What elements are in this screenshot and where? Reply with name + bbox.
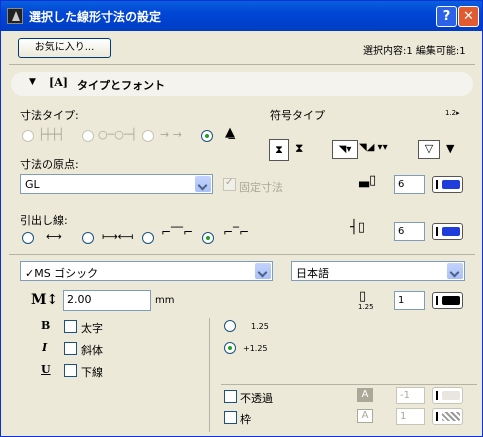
leader-radio-1[interactable] (22, 232, 34, 244)
dimtype-icon-4: ▲̲ (225, 125, 235, 140)
leader-radio-2[interactable] (82, 232, 94, 244)
help-button[interactable]: ? (436, 6, 457, 27)
text-pen-color[interactable] (432, 292, 463, 309)
italic-icon: I (42, 341, 48, 354)
leader-pen-input[interactable]: 6 (394, 222, 425, 241)
dimtype-icon-2: ○─○─┤ (98, 128, 138, 141)
leader-icon-1: ⟷ (46, 230, 62, 243)
section-header[interactable]: ▼ [A] タイプとフォント (11, 72, 473, 96)
favorites-button[interactable]: お気に入り... (18, 38, 111, 58)
bold-checkbox[interactable] (64, 320, 77, 333)
marker-icon-4[interactable]: ▼ (446, 142, 454, 155)
opaque-label: 不透過 (240, 392, 273, 405)
background-pen-input[interactable]: -1 (396, 387, 425, 404)
leader-radio-3[interactable] (142, 232, 154, 244)
underline-icon: U (41, 363, 51, 376)
origin-select-value: GL (25, 178, 40, 191)
spacing-radio-2[interactable] (224, 342, 236, 354)
leader-pen-icon: ┤▯ (350, 220, 365, 235)
origin-label: 寸法の原点: (20, 158, 79, 171)
spacing-opt1: 1.25 (251, 322, 269, 331)
origin-select[interactable]: GL (20, 174, 213, 194)
dimtype-radio-2[interactable] (82, 130, 94, 142)
spacing-radio-1[interactable] (224, 320, 236, 332)
marker-icon-2[interactable]: ◥◢ ▾▾ (359, 142, 388, 153)
symbol-type-icon-1[interactable]: ⧗ (269, 139, 289, 161)
text-pen-icon: ▯ (359, 289, 367, 304)
settings-dialog: 選択した線形寸法の設定 ? ✕ お気に入り... 選択内容:1 編集可能:1 ▼… (0, 0, 483, 437)
app-icon (7, 8, 23, 24)
dimtype-radio-1[interactable] (22, 130, 34, 142)
leader-icon-4: ⌐‾⌐ (223, 225, 250, 239)
text-size-input[interactable]: 2.00 (63, 290, 151, 311)
frame-pen-color[interactable] (432, 408, 463, 425)
dimtype-radio-3[interactable] (142, 130, 154, 142)
chevron-down-icon[interactable] (255, 263, 271, 279)
pen-icon: ▃▯ (359, 173, 377, 188)
font-family-value: ✓MS ゴシック (25, 267, 99, 280)
leader-pen-color[interactable] (432, 223, 463, 240)
frame-checkbox[interactable] (224, 411, 237, 424)
origin-pen-input[interactable]: 6 (394, 175, 425, 194)
window-title: 選択した線形寸法の設定 (29, 10, 162, 24)
language-value: 日本語 (296, 267, 329, 280)
dimtype-icon-3: → → (160, 128, 182, 141)
origin-pen-color[interactable] (432, 176, 463, 193)
close-button[interactable]: ✕ (458, 6, 479, 27)
frame-label: 枠 (240, 413, 251, 426)
marker-icon-1[interactable]: ◥▾ (332, 140, 358, 159)
leader-icon-3: ⌐‾‾⌐ (161, 225, 194, 239)
text-size-unit: mm (155, 295, 175, 306)
frame-pen-icon: A (357, 409, 373, 423)
dimtype-radio-4[interactable] (201, 130, 213, 142)
fixed-dimension-checkbox[interactable]: ✓ (223, 177, 236, 191)
dimtype-icon-1: ├┼┼┤ (38, 128, 65, 141)
spacing-opt2: +1.25 (243, 344, 268, 353)
italic-label: 斜体 (81, 344, 103, 357)
leader-radio-4[interactable] (202, 232, 214, 244)
font-family-select[interactable]: ✓MS ゴシック (20, 261, 273, 281)
italic-checkbox[interactable] (64, 342, 77, 355)
collapse-triangle-icon[interactable]: ▼ (29, 77, 36, 87)
text-pen-scale: 1.25 (358, 303, 374, 311)
dimension-type-label: 寸法タイプ: (20, 109, 79, 122)
chevron-down-icon[interactable] (195, 176, 211, 192)
bold-label: 太字 (81, 322, 103, 335)
marker-icon-3[interactable]: ▽ (418, 140, 440, 159)
font-type-icon: [A] (49, 76, 68, 89)
fixed-dimension-label: 固定寸法 (239, 181, 283, 194)
symbol-size-icon[interactable]: 1.2▸ (445, 109, 460, 117)
symbol-type-label: 符号タイプ (270, 109, 325, 122)
selection-info: 選択内容:1 編集可能:1 (363, 46, 466, 57)
frame-pen-input[interactable]: 1 (396, 408, 425, 425)
text-pen-input[interactable]: 1 (394, 291, 425, 310)
opaque-checkbox[interactable] (224, 390, 237, 403)
background-pen-icon: A (357, 388, 373, 402)
leader-label: 引出し線: (20, 214, 68, 227)
text-size-icon: M↕ (31, 292, 59, 308)
underline-checkbox[interactable] (64, 364, 77, 377)
chevron-down-icon[interactable] (447, 263, 463, 279)
title-bar: 選択した線形寸法の設定 ? ✕ (1, 1, 482, 31)
leader-icon-2: ⟼⟻ (102, 230, 134, 243)
language-select[interactable]: 日本語 (291, 261, 465, 281)
section-title: タイプとフォント (77, 79, 165, 92)
bold-icon: B (41, 319, 51, 332)
background-pen-color[interactable] (432, 387, 463, 404)
symbol-type-icon-2[interactable]: ⧗ (295, 141, 303, 156)
underline-label: 下線 (81, 366, 103, 379)
